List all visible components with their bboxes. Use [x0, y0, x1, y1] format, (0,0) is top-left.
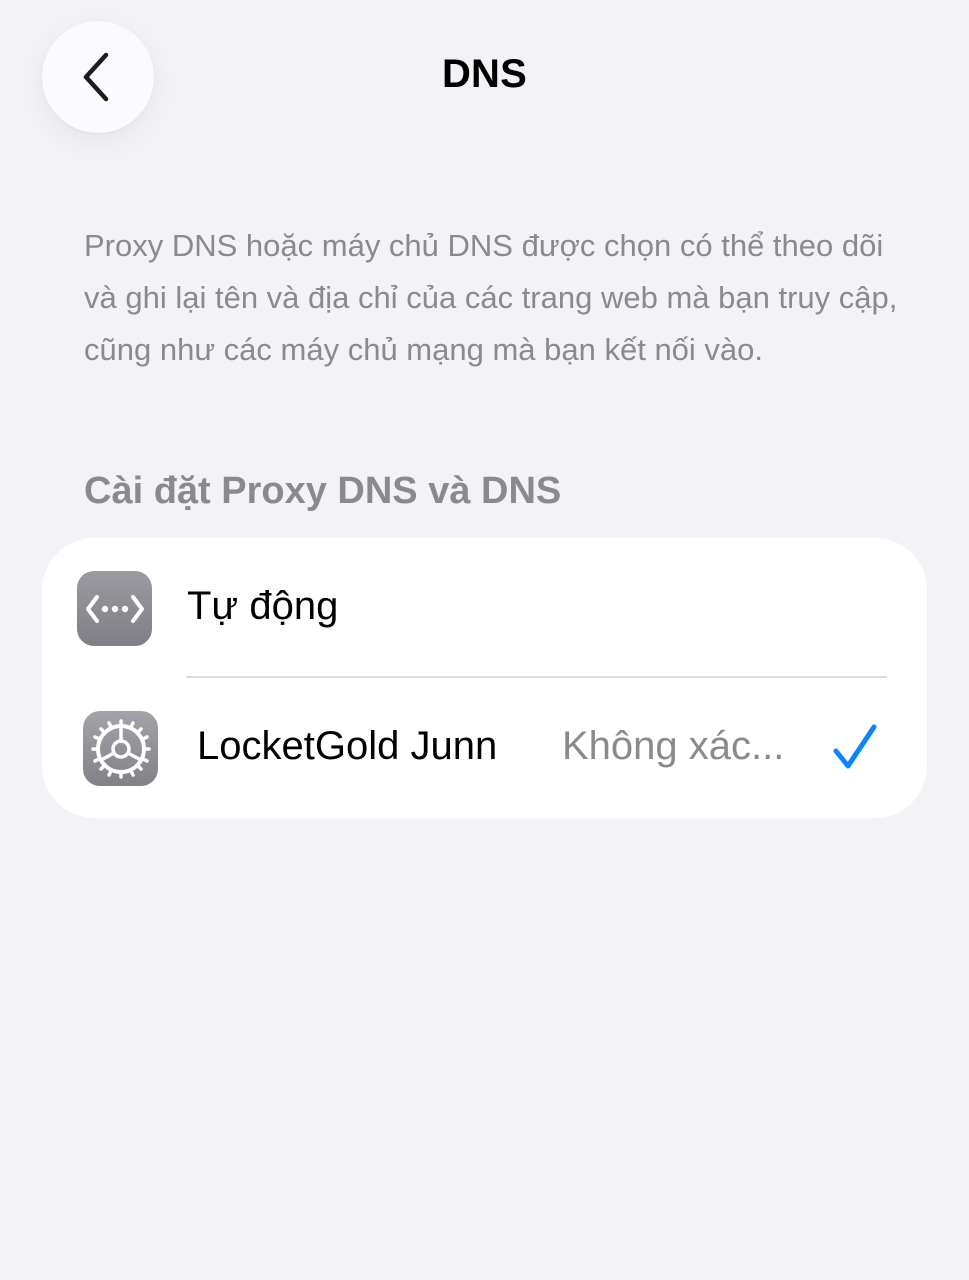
option-automatic-label: Tự động [187, 584, 339, 628]
page-title: DNS [441, 52, 528, 96]
dns-options-list: Tự động LocketGold Junn Không xác... [42, 538, 927, 818]
option-locketgold-junn-label: LocketGold Junn [197, 724, 498, 768]
checkmark-icon [833, 724, 877, 769]
dns-proxy-arrows-icon [77, 571, 152, 646]
dns-description: Proxy DNS hoặc máy chủ DNS được chọn có … [84, 228, 898, 367]
settings-gear-icon [83, 711, 158, 786]
option-automatic[interactable]: Tự động [42, 538, 927, 678]
option-status-value: Không xác... [562, 724, 785, 768]
section-header: Cài đặt Proxy DNS và DNS [84, 470, 562, 512]
option-locketgold-junn[interactable]: LocketGold Junn Không xác... [42, 678, 927, 818]
